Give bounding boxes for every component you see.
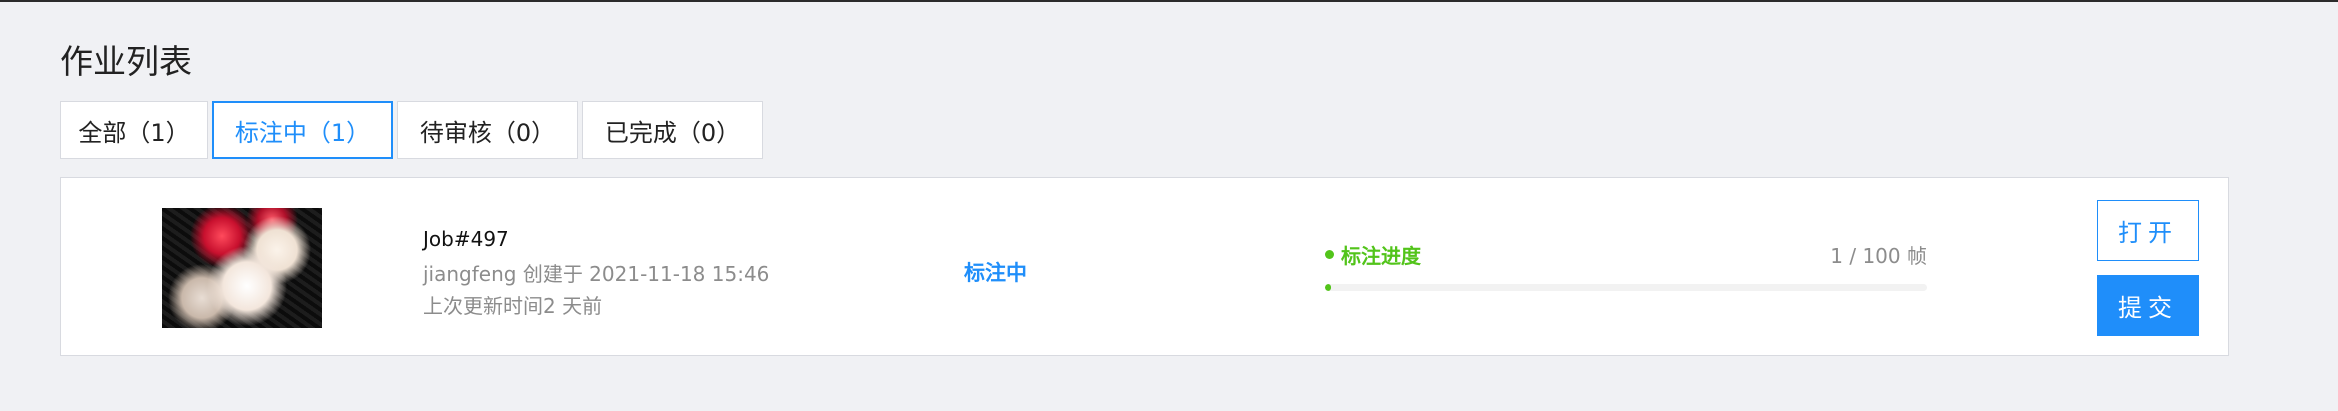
status-tabs: 全部（1） 标注中（1） 待审核（0） 已完成（0） [60,101,767,159]
job-id: Job#497 [423,227,509,251]
tab-all[interactable]: 全部（1） [60,101,208,159]
tab-completed[interactable]: 已完成（0） [582,101,763,159]
progress-label: 标注进度 [1325,240,1421,269]
job-card: Job#497 jiangfeng 创建于 2021-11-18 15:46 上… [60,177,2229,356]
tab-pending-review[interactable]: 待审核（0） [397,101,578,159]
page-title: 作业列表 [60,42,192,81]
progress-label-text: 标注进度 [1341,244,1421,268]
status-badge: 标注中 [964,261,1027,285]
open-button[interactable]: 打开 [2097,200,2199,261]
top-border [0,0,2338,2]
job-thumbnail[interactable] [162,208,322,328]
tab-labeling[interactable]: 标注中（1） [212,101,393,159]
job-last-updated: 上次更新时间2 天前 [423,294,603,318]
job-creator-info: jiangfeng 创建于 2021-11-18 15:46 [423,262,770,286]
submit-button[interactable]: 提交 [2097,275,2199,336]
progress-bar-fill [1325,284,1332,291]
progress-count: 1 / 100 帧 [1830,244,1927,268]
status-dot-icon [1325,250,1334,259]
progress-bar [1325,284,1927,291]
